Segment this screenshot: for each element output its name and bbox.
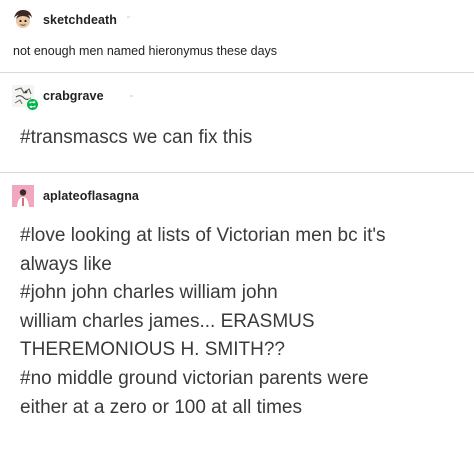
post-sketchdeath: sketchdeath not enough men named hierony… [0,0,474,72]
post-line: #john john charles william john [20,282,278,304]
post-header: sketchdeath [12,9,117,31]
post-line: always like [20,253,112,275]
post-aplateoflasagna: aplateoflasagna #love looking at lists o… [0,173,474,453]
post-header: crabgrave [12,85,104,111]
post-line: #love looking at lists of Victorian men … [20,225,386,246]
post-line: william charles james... ERASMUS [20,310,315,332]
post-line: either at a zero or 100 at all times [20,396,302,418]
post-header: aplateoflasagna [12,185,139,207]
figure-avatar-icon[interactable] [12,185,34,207]
faint-dot [130,95,133,97]
post-line: THEREMONIOUS H. SMITH?? [20,339,285,361]
post-line: #no middle ground victorian parents were [20,367,369,389]
post-crabgrave: crabgrave #transmascs we can fix this [0,73,474,172]
username[interactable]: sketchdeath [43,13,117,27]
username[interactable]: aplateoflasagna [43,189,139,203]
faint-dot [127,16,130,18]
post-text: #transmascs we can fix this [20,127,253,148]
doodle-avatar-icon[interactable] [12,85,39,111]
cartoon-face-avatar-icon[interactable] [12,9,34,31]
reblog-badge-icon [26,98,39,111]
post-body: #love looking at lists of Victorian men … [20,222,386,422]
username[interactable]: crabgrave [43,89,104,103]
post-text: not enough men named hieronymus these da… [13,44,278,58]
